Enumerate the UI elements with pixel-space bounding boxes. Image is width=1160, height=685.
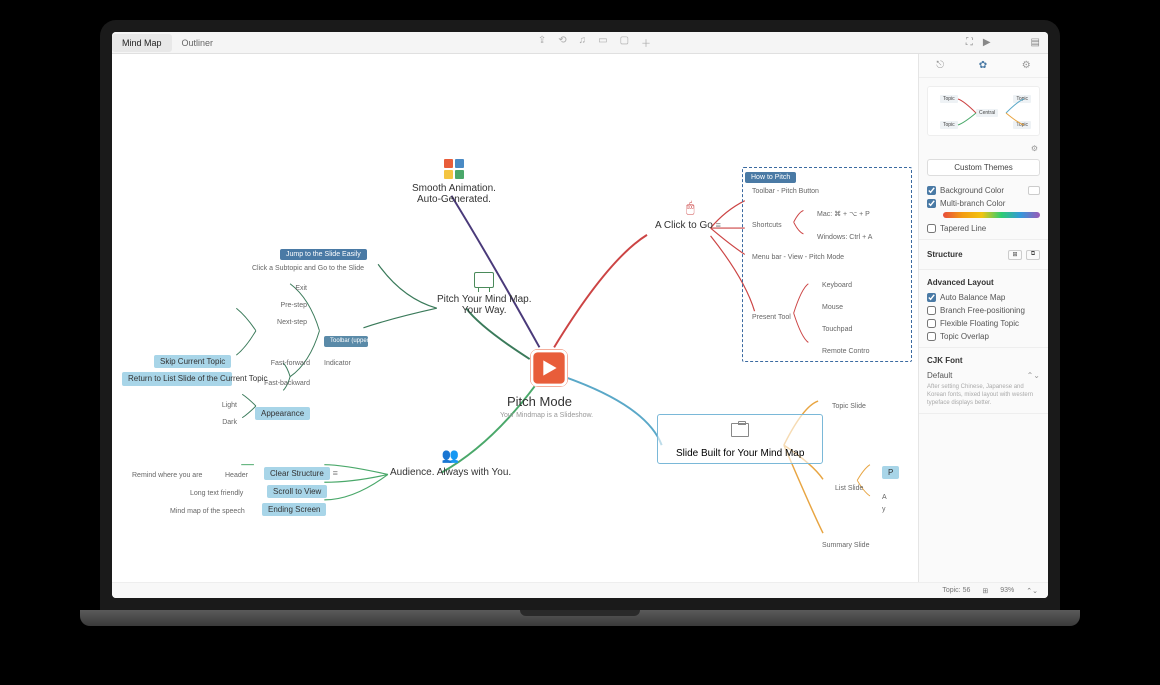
note-icon[interactable]: ▭ [598,35,607,50]
tab-outliner[interactable]: Outliner [172,34,224,52]
cjk-select[interactable]: Default [927,371,952,380]
list-a[interactable]: A [882,494,887,501]
topic-toolbar-pitch[interactable]: Toolbar - Pitch Button [752,188,819,195]
zoom-level[interactable]: 93% [1000,587,1014,594]
mouse-icon [686,204,694,215]
topic-slide[interactable]: Topic Slide [832,403,866,410]
add-icon[interactable]: ＋ [641,35,651,50]
topic-keyboard[interactable]: Keyboard [822,282,852,289]
panel-toggle-icon[interactable]: ▤ [1031,37,1040,48]
hamburger-icon [333,468,343,479]
jump-badge[interactable]: Jump to the Slide Easily [280,248,367,259]
hamburger-icon [716,220,726,231]
multibranch-checkbox[interactable] [927,199,936,208]
topic-touchpad[interactable]: Touchpad [822,326,852,333]
list-y[interactable]: y [882,506,886,513]
structure-option-2[interactable]: ⧉ [1026,250,1040,260]
topic-click-subtopic[interactable]: Click a Subtopic and Go to the Slide [252,265,364,272]
branchfree-checkbox[interactable] [927,306,936,315]
structure-option-1[interactable]: ⊞ [1008,250,1022,260]
list-slide[interactable]: List Slide [835,485,863,492]
topic-exit[interactable]: Exit [282,285,307,292]
screen-icon[interactable]: ▢ [620,35,629,50]
how-to-pitch-badge[interactable]: How to Pitch [745,171,796,182]
topic-windows-shortcut[interactable]: Windows: Ctrl + A [817,234,872,241]
topic-count: Topic: 56 [942,587,970,594]
topic-menubar[interactable]: Menu bar - View - Pitch Mode [752,254,844,261]
branch-audience[interactable]: Audience. Always with You. [390,447,511,478]
topic-nextstep[interactable]: Next-step [262,319,307,326]
bg-color-checkbox[interactable] [927,186,936,195]
toolbar-upper-chip[interactable]: Toolbar (upper right) [324,334,368,347]
status-bar: Topic: 56 ⊞ 93% ⌃⌄ [112,582,1048,598]
topic-prestep[interactable]: Pre-step [267,302,307,309]
flexible-checkbox[interactable] [927,319,936,328]
share-icon[interactable]: ⇪ [538,35,546,50]
tapered-checkbox[interactable] [927,224,936,233]
puzzle-icon [444,159,464,179]
undo-icon[interactable]: ⟲ [558,35,566,50]
play-icon[interactable]: ▶ [983,37,991,48]
list-p[interactable]: P [882,467,899,478]
topic-present-tool[interactable]: Present Tool [752,314,791,321]
fullscreen-icon[interactable]: ⛶ [966,37,973,48]
panel-tab-style-icon[interactable]: ✿ [979,60,987,71]
return-chip[interactable]: Return to List Slide of the Current Topi… [122,372,232,386]
branch-click-to-go[interactable]: A Click to Go [655,199,726,231]
topic-remind[interactable]: Remind where you are [132,472,202,479]
topic-remote[interactable]: Remote Contro [822,348,869,355]
color-gradient[interactable] [943,212,1040,218]
style-panel: ⎋ ✿ ⚙ Central Topic Topic Topic Topic [918,54,1048,582]
topic-mindmap-speech[interactable]: Mind map of the speech [170,508,245,515]
board-icon [474,272,494,288]
summary-slide[interactable]: Summary Slide [822,542,869,549]
bg-color-swatch[interactable] [1028,186,1040,195]
topic-dark[interactable]: Dark [207,419,237,426]
topic-shortcuts[interactable]: Shortcuts [752,222,782,229]
branch-pitch-your-way[interactable]: Pitch Your Mind Map. Your Way. [437,272,532,316]
central-node-subtitle: Your Mindmap is a Slideshow. [500,412,593,419]
central-node-title[interactable]: Pitch Mode [507,394,572,409]
cjk-title: CJK Font [927,352,1040,369]
tab-mindmap[interactable]: Mind Map [112,34,172,52]
topic-indicator[interactable]: Indicator [324,360,351,367]
ending-screen-chip[interactable]: Ending Screen [262,504,326,515]
panel-tab-link-icon[interactable]: ⎋ [936,60,944,71]
map-icon[interactable]: ⊞ [982,587,988,595]
advanced-layout-title: Advanced Layout [927,274,1040,291]
zoom-stepper-icon[interactable]: ⌃⌄ [1026,587,1038,595]
topic-mac-shortcut[interactable]: Mac: ⌘ + ⌥ + P [817,210,870,218]
skip-chip[interactable]: Skip Current Topic [154,356,231,367]
panel-tab-settings-icon[interactable]: ⚙ [1022,60,1031,71]
cjk-hint: After setting Chinese, Japanese and Kore… [927,382,1040,409]
audio-icon[interactable]: ♫ [579,35,587,50]
mindmap-canvas[interactable]: Pitch Mode Your Mindmap is a Slideshow. … [112,54,918,582]
topic-header[interactable]: Header [225,472,248,479]
topic-light[interactable]: Light [207,402,237,409]
branch-slide-built[interactable]: Slide Built for Your Mind Map [657,414,823,464]
autobalance-checkbox[interactable] [927,293,936,302]
central-node-icon[interactable] [530,349,568,387]
overlap-checkbox[interactable] [927,332,936,341]
topic-fastfwd[interactable]: Fast-forward [252,360,310,367]
people-icon [440,447,462,465]
appearance-chip[interactable]: Appearance [255,408,310,419]
keynote-icon [731,423,749,437]
branch-smooth[interactable]: Smooth Animation. Auto-Generated. [412,159,496,205]
top-toolbar: Mind Map Outliner ⇪ ⟲ ♫ ▭ ▢ ＋ ⛶ ▶ ▤ [112,32,1048,54]
scroll-view-chip[interactable]: Scroll to View [267,486,327,497]
topic-longtext[interactable]: Long text friendly [190,490,243,497]
clear-structure-chip[interactable]: Clear Structure [264,468,343,479]
custom-themes-button[interactable]: Custom Themes [927,159,1040,176]
topic-mouse[interactable]: Mouse [822,304,843,311]
theme-preview[interactable]: Central Topic Topic Topic Topic [927,86,1040,136]
